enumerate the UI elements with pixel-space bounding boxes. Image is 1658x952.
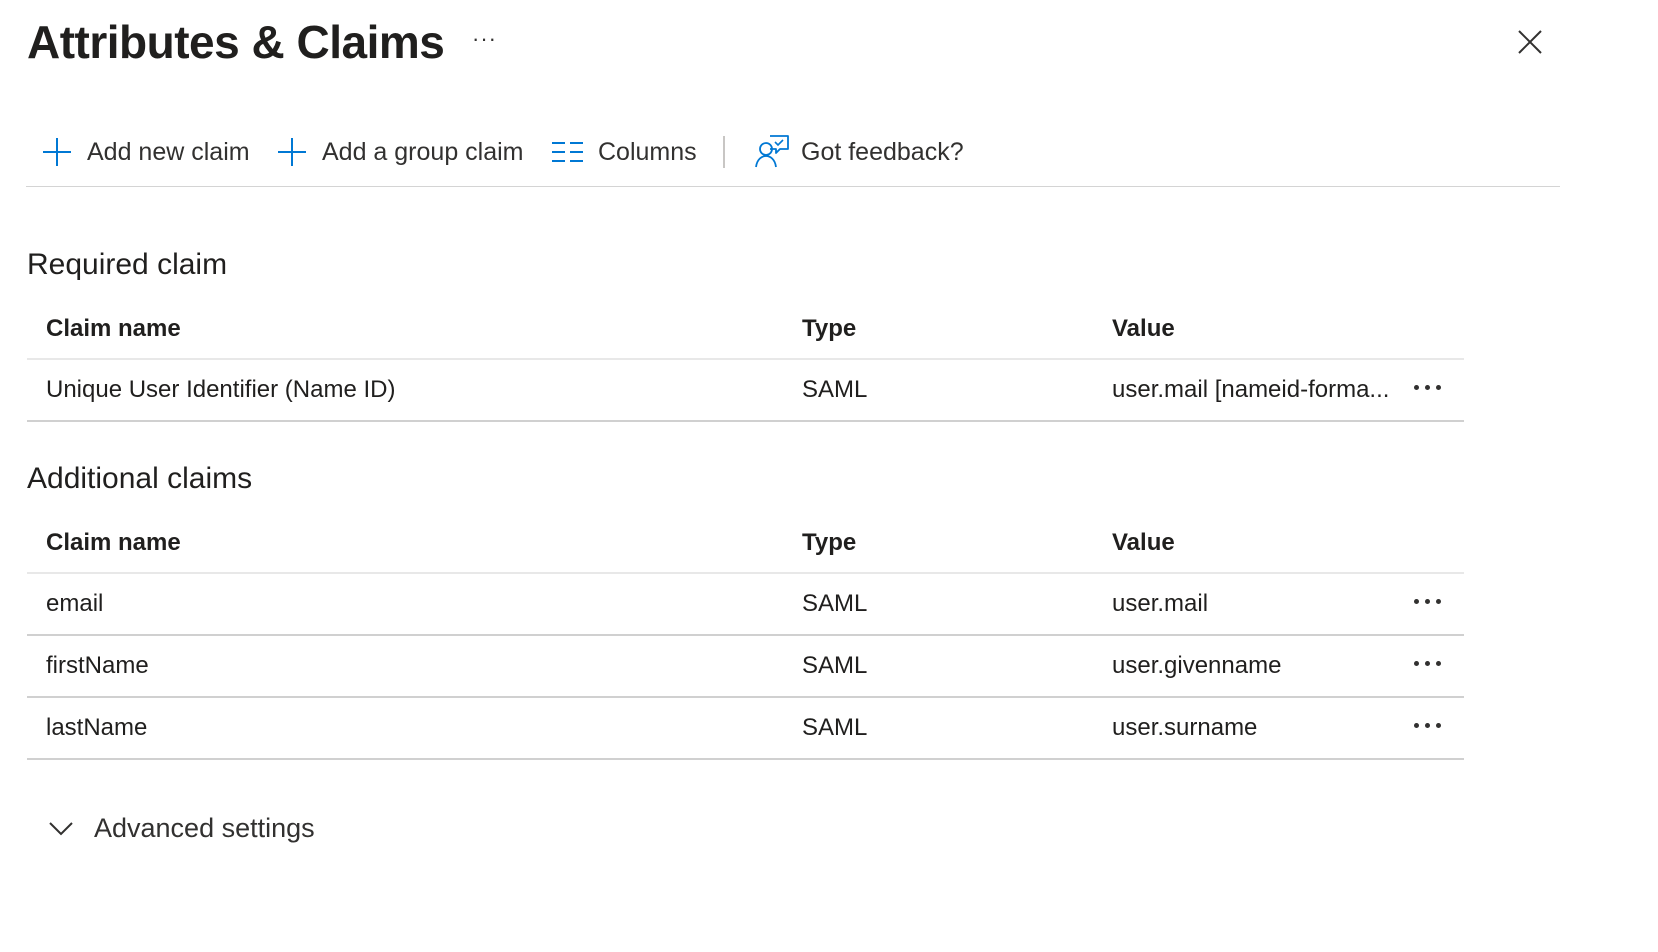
add-group-claim-button[interactable]: Add a group claim [275,126,524,178]
table-header: Claim name Type Value [27,300,1464,360]
advanced-settings-label: Advanced settings [94,812,315,843]
attributes-claims-panel: Attributes & Claims ··· Add new claim Ad… [0,0,1658,952]
more-options-button[interactable]: ··· [472,26,497,52]
claim-name-cell[interactable]: firstName [46,636,149,696]
columns-button[interactable]: Columns [551,126,697,178]
toolbar-divider [723,136,725,168]
columns-icon [551,139,585,165]
close-icon [1518,30,1542,54]
required-claim-heading: Required claim [27,248,228,281]
claim-value-cell: user.givenname [1112,652,1282,679]
row-more-button[interactable] [1407,695,1447,755]
claim-type-cell: SAML [802,714,868,741]
row-more-button[interactable] [1407,633,1447,693]
close-button[interactable] [1512,24,1548,60]
claim-value-cell: user.mail [1112,590,1209,617]
column-header-type[interactable]: Type [802,300,856,358]
columns-label: Columns [598,137,697,166]
more-icon [1413,660,1441,666]
add-group-claim-label: Add a group claim [322,137,524,166]
plus-icon [275,135,309,169]
add-new-claim-button[interactable]: Add new claim [40,126,250,178]
claim-value-cell: user.mail [nameid-forma... [1112,376,1390,403]
column-header-claim-name[interactable]: Claim name [46,300,181,358]
row-more-button[interactable] [1407,357,1447,417]
column-header-value[interactable]: Value [1112,300,1175,358]
table-row[interactable]: firstName SAML user.givenname [27,636,1464,698]
feedback-icon [754,134,790,170]
column-header-claim-name[interactable]: Claim name [46,514,181,572]
command-bar: Add new claim Add a group claim Columns … [26,126,1560,187]
more-icon [1413,384,1441,390]
column-header-value[interactable]: Value [1112,514,1175,572]
chevron-down-icon [46,818,76,838]
feedback-label: Got feedback? [801,137,964,166]
advanced-settings-toggle[interactable]: Advanced settings [46,806,315,850]
claim-name-cell[interactable]: email [46,574,103,634]
more-icon [1413,722,1441,728]
claim-type-cell: SAML [802,376,868,403]
feedback-button[interactable]: Got feedback? [754,126,964,178]
add-new-claim-label: Add new claim [87,137,250,166]
additional-claims-heading: Additional claims [27,462,253,495]
more-icon [1413,598,1441,604]
page-title: Attributes & Claims [27,16,445,68]
column-header-type[interactable]: Type [802,514,856,572]
table-row[interactable]: lastName SAML user.surname [27,698,1464,760]
additional-claims-table: Claim name Type Value email SAML user.ma… [27,514,1464,760]
claim-name-cell[interactable]: lastName [46,698,147,758]
plus-icon [40,135,74,169]
claim-type-cell: SAML [802,590,868,617]
table-row[interactable]: email SAML user.mail [27,574,1464,636]
table-row[interactable]: Unique User Identifier (Name ID) SAML us… [27,360,1464,422]
claim-name-cell[interactable]: Unique User Identifier (Name ID) [46,360,395,420]
claim-value-cell: user.surname [1112,714,1258,741]
row-more-button[interactable] [1407,571,1447,631]
claim-type-cell: SAML [802,652,868,679]
table-header: Claim name Type Value [27,514,1464,574]
required-claim-table: Claim name Type Value Unique User Identi… [27,300,1464,422]
